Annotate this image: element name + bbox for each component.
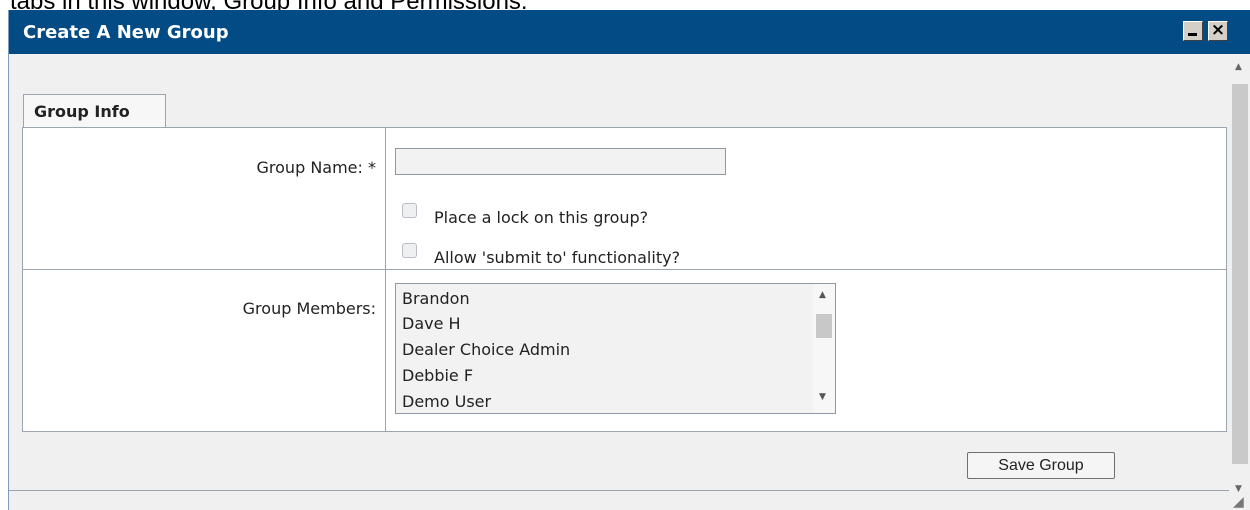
group-members-listbox[interactable]: Brandon Dave H Dealer Choice Admin Debbi… <box>395 283 836 414</box>
listbox-scrollbar[interactable]: ▲ ▼ <box>813 284 835 413</box>
close-button[interactable]: × <box>1208 20 1228 41</box>
group-name-label: Group Name: * <box>256 158 376 177</box>
minimize-button[interactable] <box>1183 21 1203 41</box>
list-item[interactable]: Dave H <box>402 314 461 334</box>
save-group-button[interactable]: Save Group <box>967 452 1115 479</box>
lock-group-checkbox[interactable] <box>402 203 417 218</box>
list-item[interactable]: Brandon <box>402 289 470 309</box>
row-divider <box>23 269 1226 270</box>
list-item[interactable]: Dealer Choice Admin <box>402 340 570 360</box>
scroll-down-icon[interactable]: ▼ <box>819 392 826 402</box>
column-divider <box>385 128 386 431</box>
window-title: Create A New Group <box>23 22 229 43</box>
status-divider <box>9 490 1229 491</box>
group-info-form: Group Name: * Place a lock on this group… <box>22 127 1227 432</box>
resize-grip-icon[interactable]: ◢ <box>1233 494 1244 510</box>
scroll-up-icon[interactable]: ▲ <box>819 290 826 300</box>
tab-label: Group Info <box>34 102 130 121</box>
scrollbar-thumb[interactable] <box>1232 84 1248 464</box>
group-members-label: Group Members: <box>242 299 376 318</box>
title-bar[interactable]: Create A New Group × <box>9 10 1250 54</box>
scroll-up-icon[interactable]: ▲ <box>1235 62 1242 72</box>
lock-group-label: Place a lock on this group? <box>434 208 649 227</box>
submit-to-checkbox[interactable] <box>402 243 417 258</box>
scroll-down-icon[interactable]: ▼ <box>1235 484 1242 494</box>
dialog-window: Create A New Group × Group Info Group Na… <box>8 10 1250 510</box>
tab-group-info[interactable]: Group Info <box>23 94 166 128</box>
list-item[interactable]: Demo User <box>402 392 491 412</box>
close-icon: × <box>1210 20 1226 40</box>
group-name-input[interactable] <box>395 148 726 175</box>
list-item[interactable]: Debbie F <box>402 366 473 386</box>
scrollbar-thumb[interactable] <box>816 314 832 338</box>
submit-to-label: Allow 'submit to' functionality? <box>434 248 681 267</box>
window-scrollbar[interactable]: ▲ ▼ <box>1229 54 1250 502</box>
